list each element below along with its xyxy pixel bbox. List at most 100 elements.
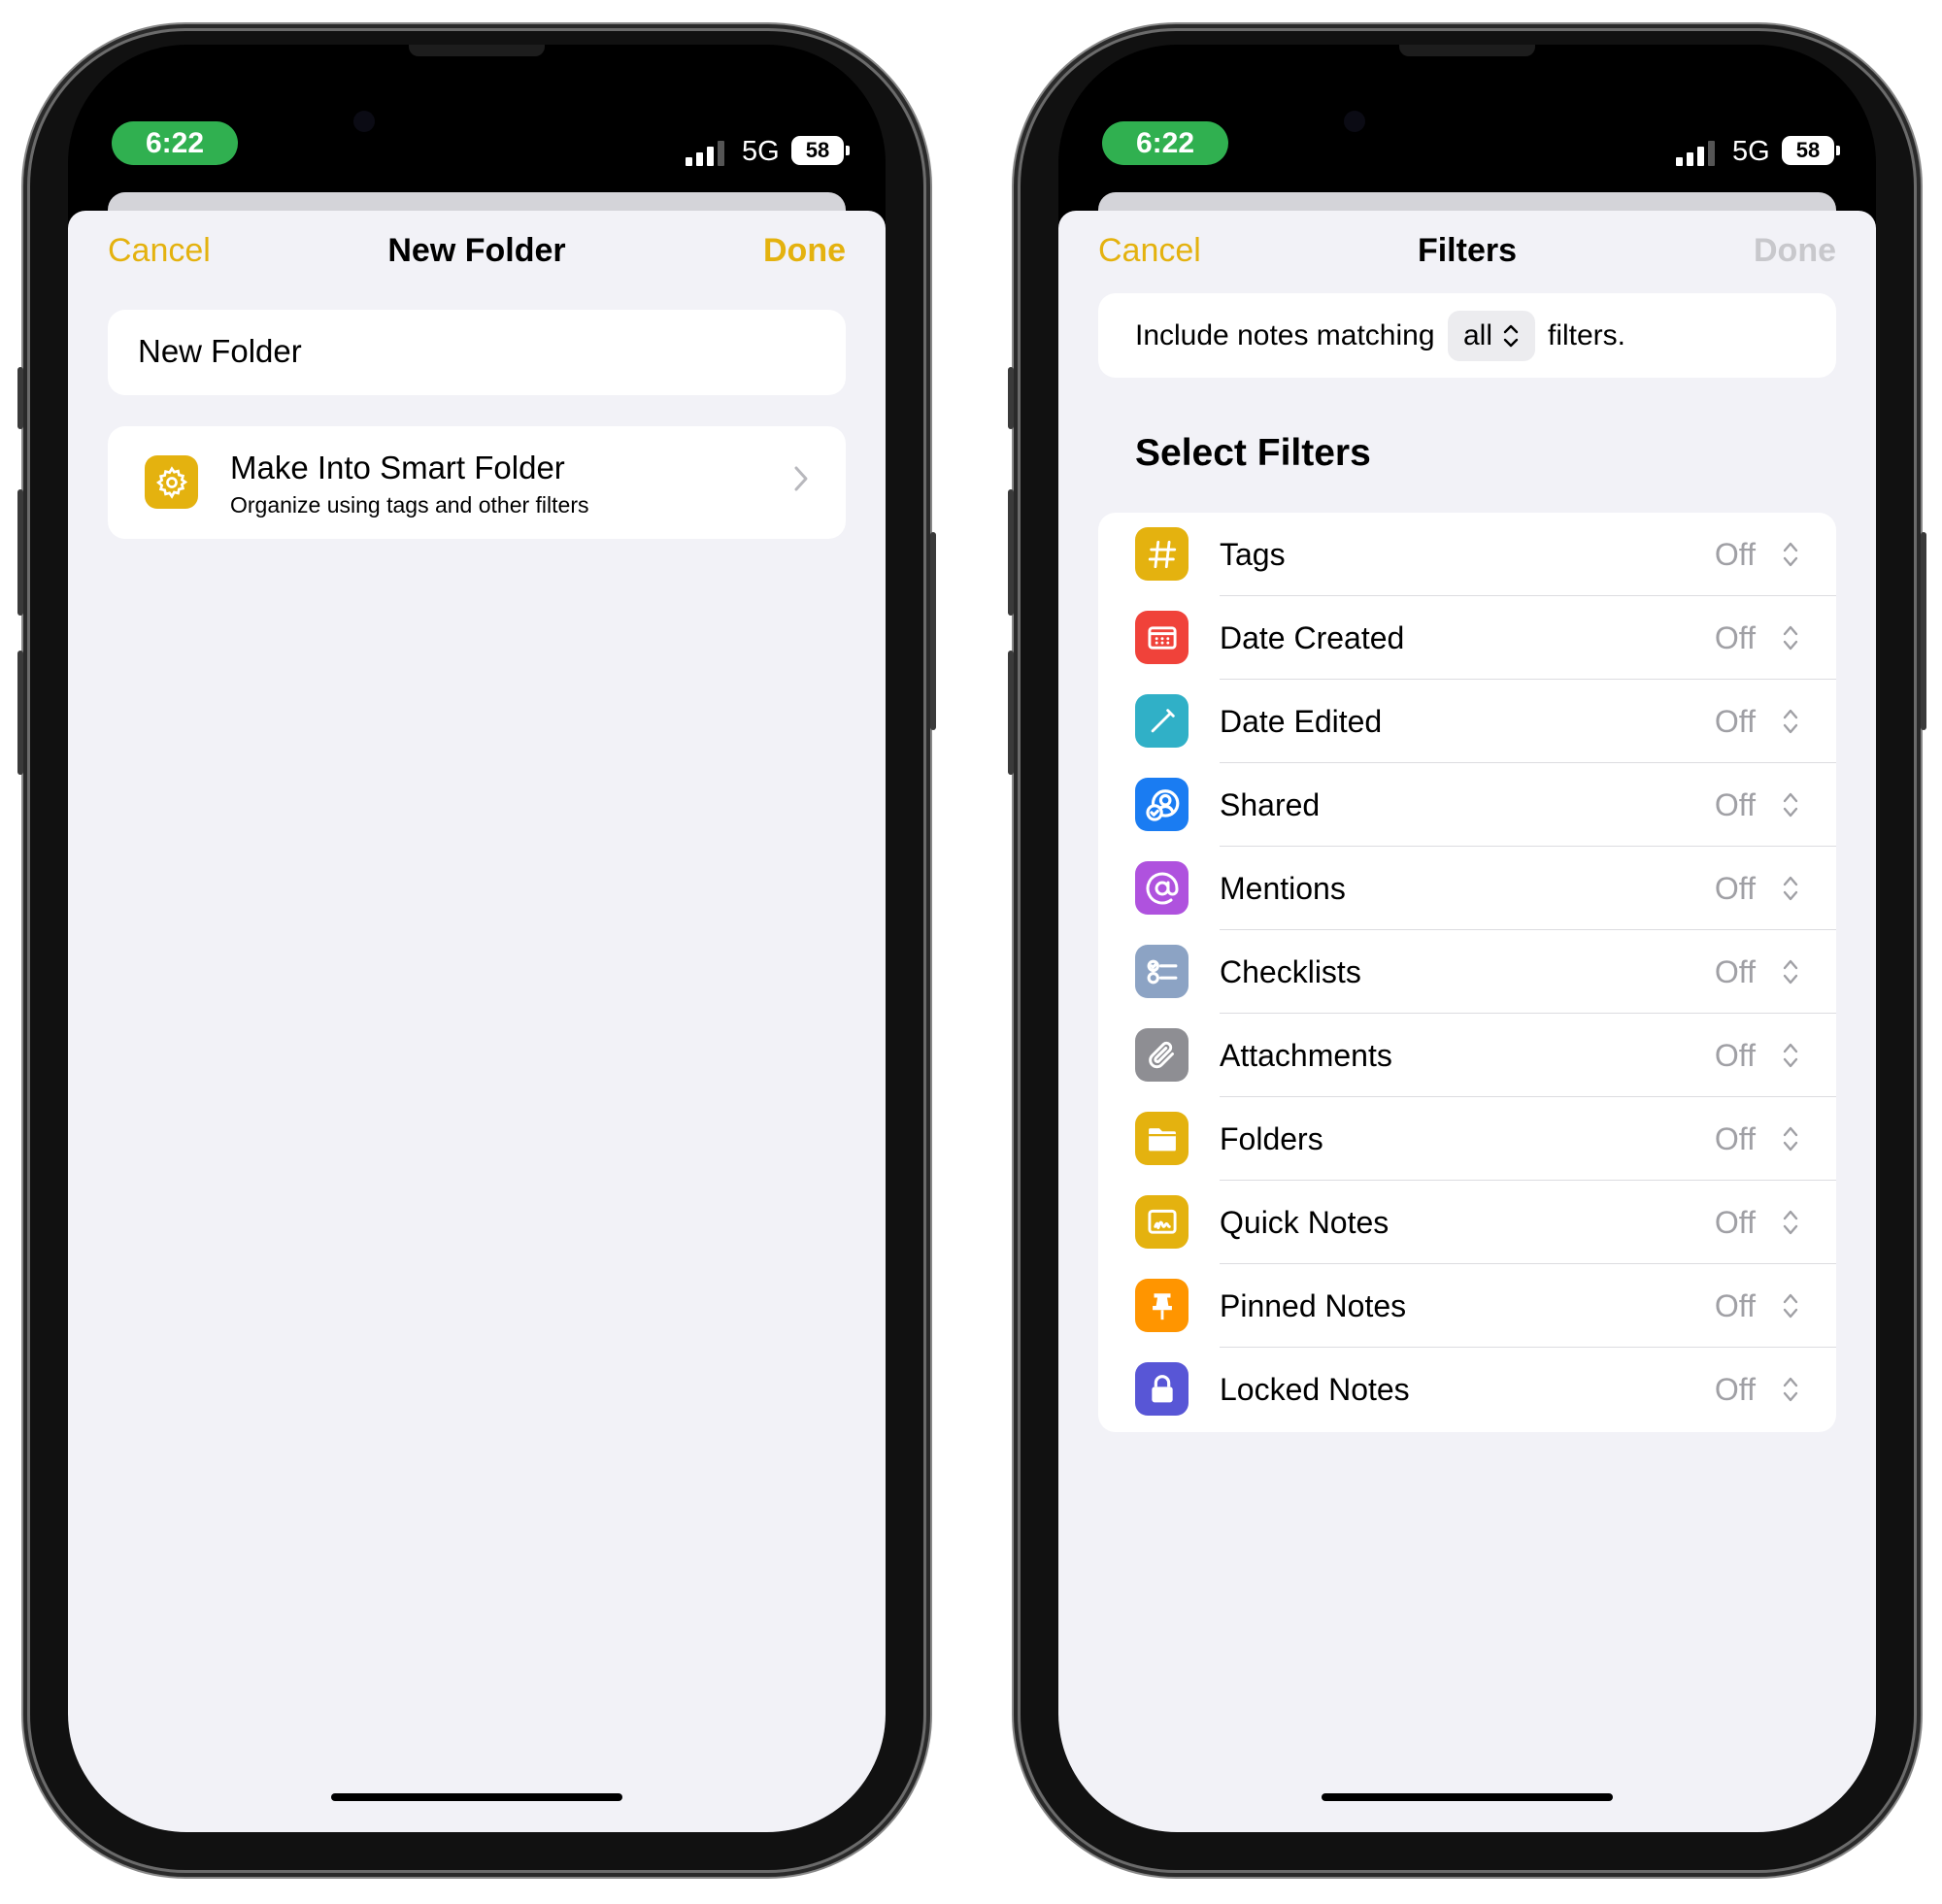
screen: 6:22 5G 58 Cancel New Folder Done New Fo…	[68, 45, 886, 1832]
filter-value[interactable]: Off	[1715, 1348, 1756, 1431]
action-button	[1008, 367, 1014, 429]
filter-row-pinned-notes[interactable]: Pinned Notes Off	[1098, 1264, 1836, 1348]
filter-label: Date Edited	[1220, 704, 1383, 739]
smart-folder-title: Make Into Smart Folder	[230, 450, 565, 485]
up-down-chevron-icon[interactable]	[1782, 1375, 1799, 1404]
filter-row-shared[interactable]: Shared Off	[1098, 763, 1836, 847]
signal-icon	[686, 141, 724, 166]
home-indicator[interactable]	[1322, 1793, 1613, 1801]
at-sign-icon	[1135, 861, 1189, 915]
signal-icon	[1676, 141, 1715, 166]
gear-icon	[145, 455, 198, 509]
up-down-chevron-icon[interactable]	[1782, 623, 1799, 652]
filter-list: Tags Off Date Created Off Date Edited Off Shar…	[1098, 513, 1836, 1432]
battery-icon: 58	[791, 136, 844, 165]
calendar-icon	[1135, 611, 1189, 664]
filter-label: Quick Notes	[1220, 1205, 1390, 1240]
filters-sheet: Cancel Filters Done Include notes matchi…	[1058, 211, 1876, 1832]
match-mode-select[interactable]: all	[1448, 311, 1536, 361]
filter-label: Mentions	[1220, 871, 1346, 906]
screen: 6:22 5G 58 Cancel Filters Done Include n…	[1058, 45, 1876, 1832]
phone-new-folder: 6:22 5G 58 Cancel New Folder Done New Fo…	[17, 31, 936, 1870]
filter-value[interactable]: Off	[1715, 680, 1756, 763]
filter-label: Locked Notes	[1220, 1372, 1410, 1407]
filter-value[interactable]: Off	[1715, 513, 1756, 596]
filter-value[interactable]: Off	[1715, 596, 1756, 680]
done-button[interactable]: Done	[1754, 232, 1836, 270]
filter-row-tags[interactable]: Tags Off	[1098, 513, 1836, 596]
filter-value[interactable]: Off	[1715, 1181, 1756, 1264]
filter-value[interactable]: Off	[1715, 1097, 1756, 1181]
pencil-icon	[1135, 694, 1189, 748]
volume-up-button	[1008, 489, 1014, 616]
folder-name-input[interactable]: New Folder	[108, 310, 846, 395]
lock-icon	[1135, 1362, 1189, 1416]
filter-label: Pinned Notes	[1220, 1288, 1407, 1323]
battery-tip	[1836, 146, 1840, 155]
filter-row-date-created[interactable]: Date Created Off	[1098, 596, 1836, 680]
volume-down-button	[1008, 651, 1014, 775]
phone-filters: 6:22 5G 58 Cancel Filters Done Include n…	[1008, 31, 1926, 1870]
up-down-chevron-icon[interactable]	[1782, 957, 1799, 986]
power-button	[930, 532, 936, 730]
shared-person-icon	[1135, 778, 1189, 831]
network-label: 5G	[1732, 136, 1770, 167]
pin-icon	[1135, 1279, 1189, 1332]
match-card: Include notes matching all filters.	[1098, 293, 1836, 378]
power-button	[1921, 532, 1926, 730]
match-mode-value: all	[1463, 319, 1493, 351]
volume-down-button	[17, 651, 23, 775]
up-down-chevron-icon[interactable]	[1782, 790, 1799, 819]
status-time: 6:22	[1102, 121, 1228, 165]
filter-label: Tags	[1220, 537, 1286, 572]
action-button	[17, 367, 23, 429]
filter-value[interactable]: Off	[1715, 1264, 1756, 1348]
up-down-chevron-icon[interactable]	[1782, 874, 1799, 903]
done-button[interactable]: Done	[763, 232, 846, 270]
up-down-chevron-icon[interactable]	[1782, 1041, 1799, 1070]
quick-note-icon	[1135, 1195, 1189, 1249]
filter-value[interactable]: Off	[1715, 847, 1756, 930]
hashtag-icon	[1135, 527, 1189, 581]
battery-tip	[846, 146, 850, 155]
smart-folder-subtitle: Organize using tags and other filters	[230, 492, 589, 518]
camera-icon	[1344, 111, 1365, 132]
battery-icon: 58	[1782, 136, 1834, 165]
filter-value[interactable]: Off	[1715, 763, 1756, 847]
filter-label: Date Created	[1220, 620, 1405, 655]
volume-up-button	[17, 489, 23, 616]
up-down-chevron-icon[interactable]	[1782, 540, 1799, 569]
up-down-chevron-icon[interactable]	[1782, 1124, 1799, 1153]
new-folder-sheet: Cancel New Folder Done New Folder Make I…	[68, 211, 886, 1832]
folder-name-value[interactable]: New Folder	[138, 333, 302, 370]
paperclip-icon	[1135, 1028, 1189, 1082]
folder-icon	[1135, 1112, 1189, 1165]
home-indicator[interactable]	[331, 1793, 622, 1801]
filter-value[interactable]: Off	[1715, 1014, 1756, 1097]
filter-label: Attachments	[1220, 1038, 1392, 1073]
filter-row-folders[interactable]: Folders Off	[1098, 1097, 1836, 1181]
filter-label: Checklists	[1220, 954, 1361, 989]
make-smart-folder-button[interactable]: Make Into Smart Folder Organize using ta…	[108, 426, 846, 539]
filter-row-checklists[interactable]: Checklists Off	[1098, 930, 1836, 1014]
up-down-chevron-icon[interactable]	[1782, 707, 1799, 736]
filter-row-attachments[interactable]: Attachments Off	[1098, 1014, 1836, 1097]
chevron-right-icon	[794, 466, 808, 491]
speaker-notch	[1399, 45, 1535, 56]
match-suffix: filters.	[1548, 319, 1626, 351]
filter-row-date-edited[interactable]: Date Edited Off	[1098, 680, 1836, 763]
status-time: 6:22	[112, 121, 238, 165]
filter-label: Shared	[1220, 787, 1321, 822]
checklist-icon	[1135, 945, 1189, 998]
filter-row-locked-notes[interactable]: Locked Notes Off	[1098, 1348, 1836, 1431]
filter-row-mentions[interactable]: Mentions Off	[1098, 847, 1836, 930]
up-down-chevron-icon[interactable]	[1782, 1208, 1799, 1237]
camera-icon	[353, 111, 375, 132]
up-down-chevron-icon[interactable]	[1782, 1291, 1799, 1320]
section-title: Select Filters	[1135, 432, 1371, 474]
network-label: 5G	[742, 136, 780, 167]
filter-row-quick-notes[interactable]: Quick Notes Off	[1098, 1181, 1836, 1264]
up-down-chevron-icon	[1503, 324, 1519, 348]
speaker-notch	[409, 45, 545, 56]
filter-value[interactable]: Off	[1715, 930, 1756, 1014]
